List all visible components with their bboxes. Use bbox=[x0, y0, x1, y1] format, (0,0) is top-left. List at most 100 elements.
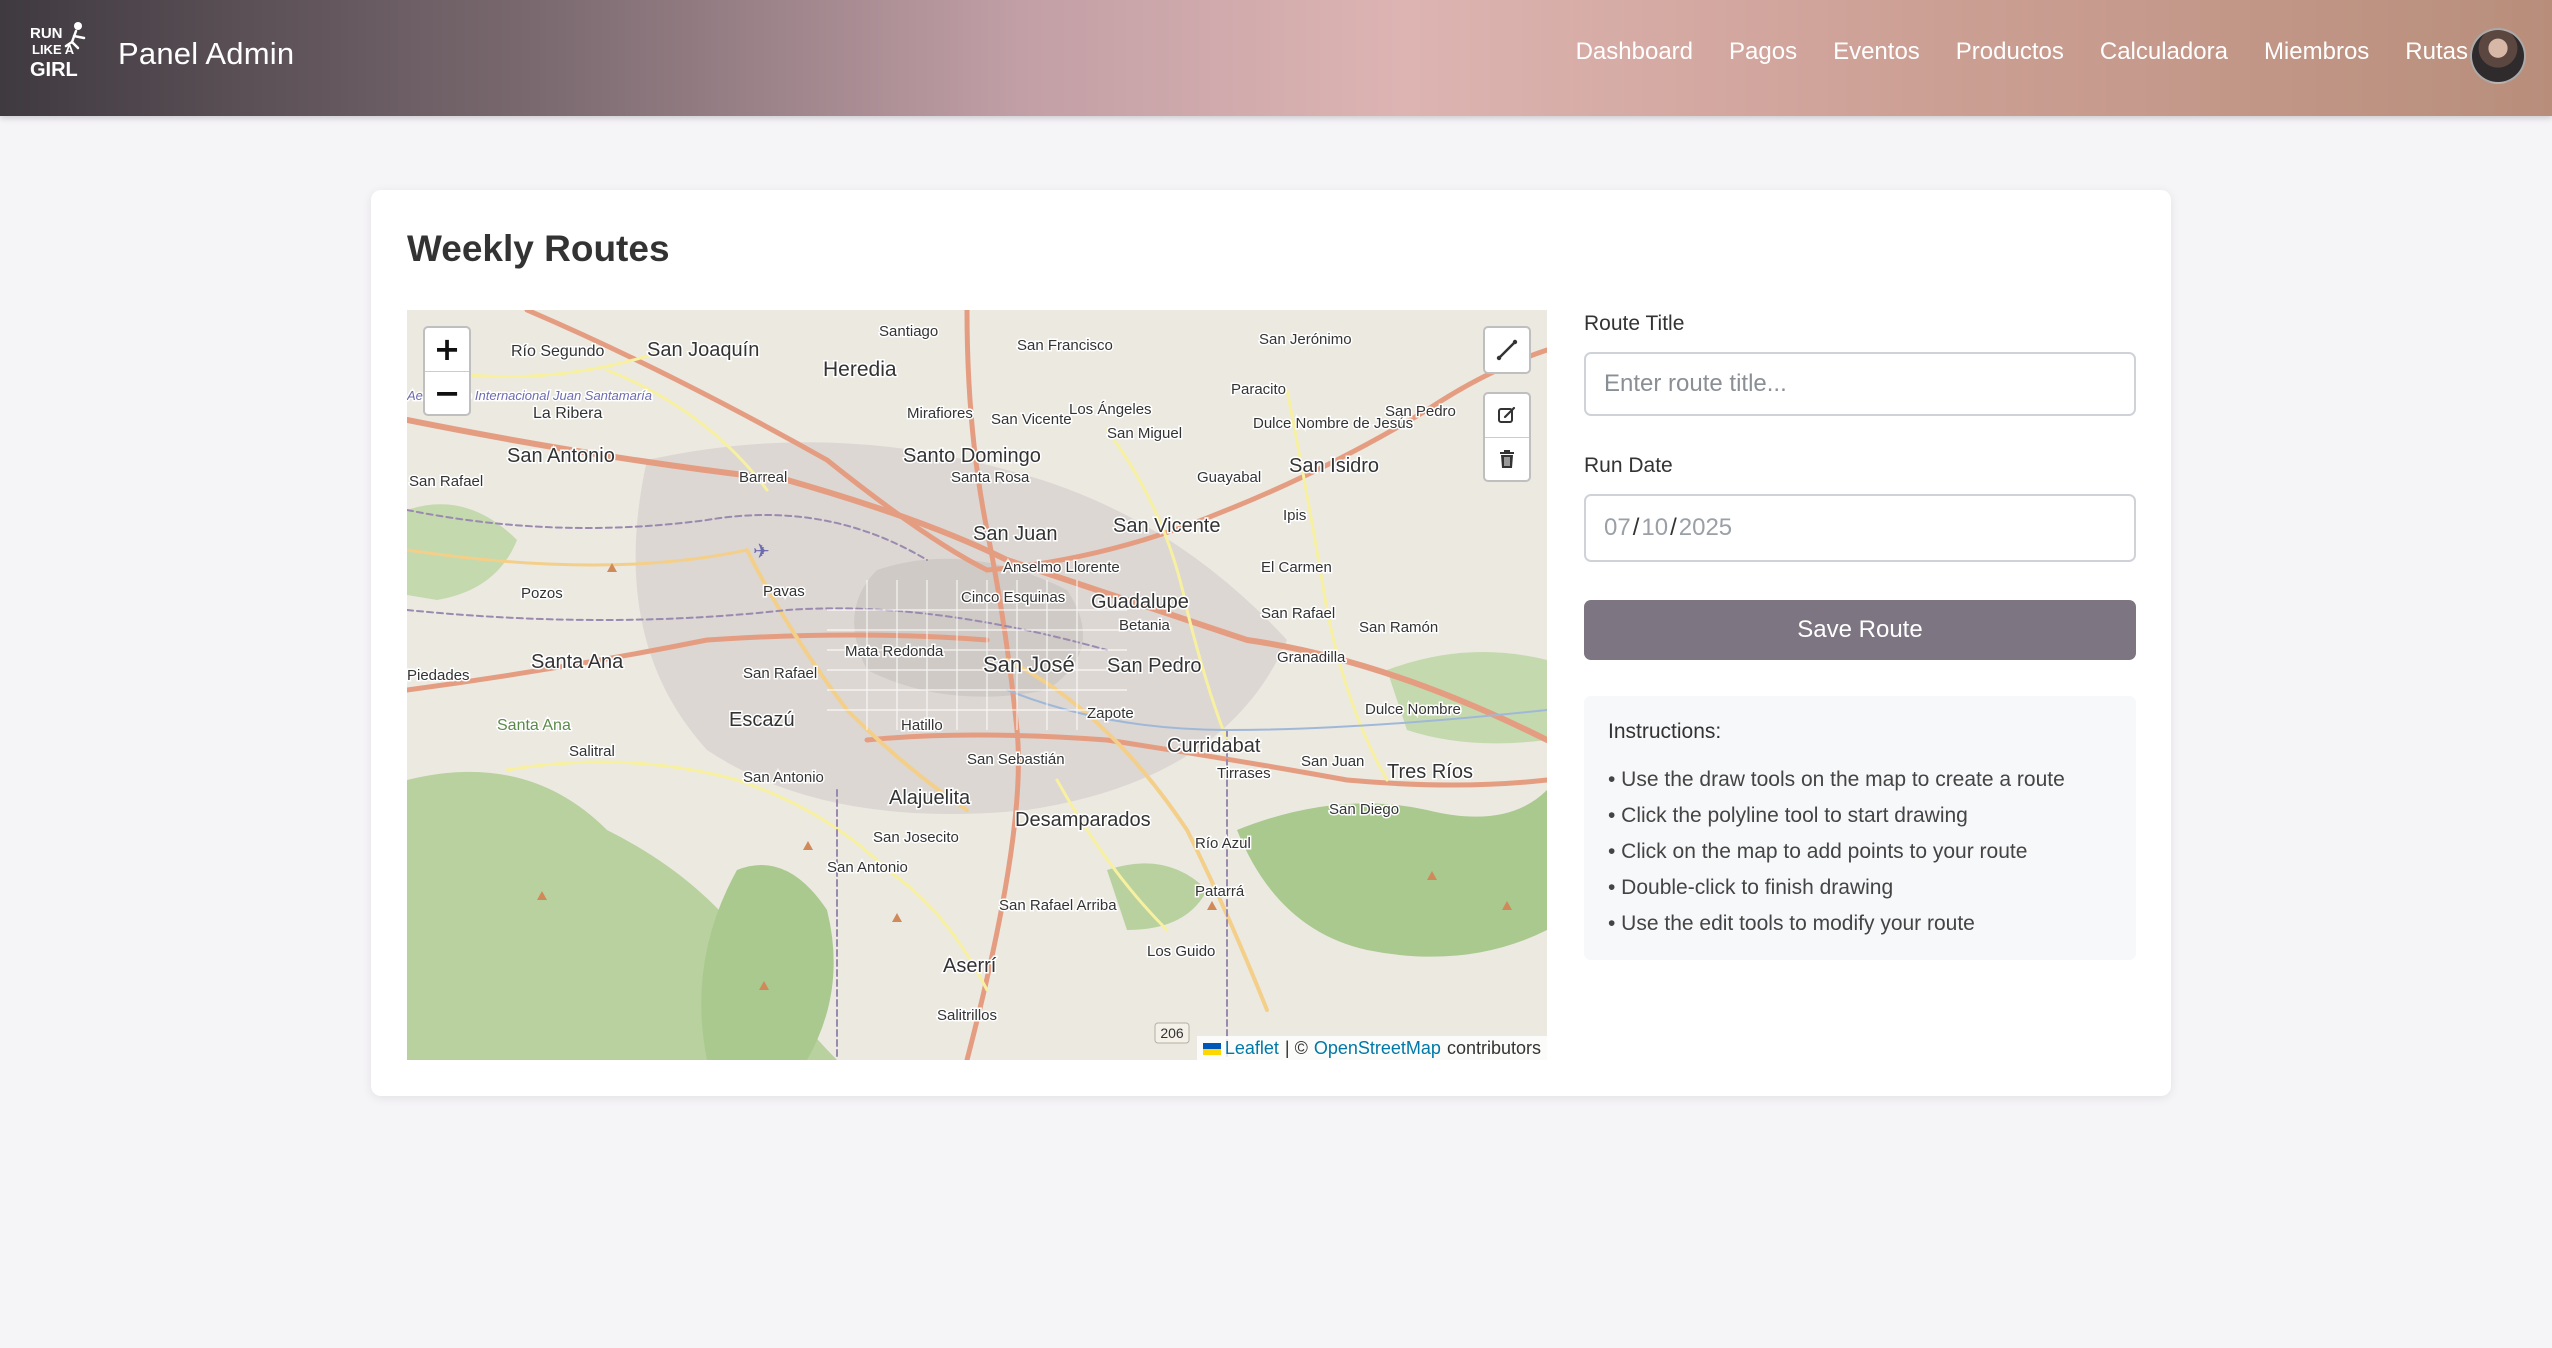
attribution-separator: | © bbox=[1284, 1037, 1308, 1058]
run-date-label: Run Date bbox=[1584, 454, 1673, 477]
map-place-label: El Carmen bbox=[1261, 559, 1332, 576]
map-place-label: Betania bbox=[1119, 617, 1171, 634]
map-place-label: San Vicente bbox=[1113, 515, 1221, 537]
map-tiles: ✈ 206 Río Segundo San Joaquín Santiago H… bbox=[407, 310, 1547, 1060]
save-route-button[interactable]: Save Route bbox=[1584, 600, 2136, 660]
route-title-label: Route Title bbox=[1584, 312, 1685, 335]
map-place-label: San Rafael bbox=[1261, 605, 1335, 622]
map-place-label: San Jerónimo bbox=[1259, 331, 1352, 348]
map-place-label: San Antonio bbox=[507, 445, 615, 467]
zoom-control: + − bbox=[423, 326, 471, 416]
date-year[interactable]: 2025 bbox=[1679, 514, 1732, 542]
map-place-label: San Juan bbox=[973, 523, 1058, 545]
user-avatar[interactable] bbox=[2470, 28, 2526, 84]
map-place-label: Piedades bbox=[407, 667, 470, 684]
edit-toolbar bbox=[1483, 392, 1531, 482]
map-place-label: Pavas bbox=[763, 583, 805, 600]
page-title: Weekly Routes bbox=[407, 228, 670, 269]
brand-title[interactable]: Panel Admin bbox=[118, 36, 294, 72]
map-place-label: San Isidro bbox=[1289, 455, 1379, 477]
svg-text:RUN: RUN bbox=[30, 25, 63, 42]
map-place-label: Ipis bbox=[1283, 507, 1306, 524]
map-place-label: Santa Rosa bbox=[951, 469, 1030, 486]
map-place-label: Santa Ana bbox=[531, 651, 624, 673]
route-title-input[interactable] bbox=[1584, 352, 2136, 416]
nav-links: Dashboard Pagos Eventos Productos Calcul… bbox=[1540, 38, 2468, 66]
run-like-a-girl-logo[interactable]: RUN LIKE A GIRL bbox=[28, 20, 88, 82]
map-place-label: Río Azul bbox=[1195, 835, 1251, 852]
map-place-label: San José bbox=[983, 652, 1075, 677]
instruction-item: • Click on the map to add points to your… bbox=[1608, 840, 2028, 863]
map-place-label: La Ribera bbox=[533, 405, 602, 422]
map-place-label: San Rafael bbox=[409, 473, 483, 490]
map-place-label: Santa Ana bbox=[497, 717, 571, 734]
airport-icon: ✈ bbox=[753, 541, 770, 563]
route-map[interactable]: ✈ 206 Río Segundo San Joaquín Santiago H… bbox=[407, 310, 1547, 1060]
map-place-label: Desamparados bbox=[1015, 809, 1151, 831]
leaflet-link[interactable]: Leaflet bbox=[1202, 1038, 1279, 1059]
map-place-label: Santo Domingo bbox=[903, 445, 1041, 467]
map-place-label: Salitrillos bbox=[937, 1007, 997, 1024]
map-place-label: Dulce Nombre bbox=[1365, 701, 1461, 718]
nav-link-eventos[interactable]: Eventos bbox=[1833, 38, 1920, 66]
nav-link-calculadora[interactable]: Calculadora bbox=[2100, 38, 2228, 66]
edit-icon bbox=[1498, 407, 1516, 424]
map-place-label: Los Guido bbox=[1147, 943, 1215, 960]
map-place-label: Tirrases bbox=[1217, 765, 1271, 782]
instruction-item: • Use the edit tools to modify your rout… bbox=[1608, 912, 1975, 935]
instructions-panel: Instructions: • Use the draw tools on th… bbox=[1584, 696, 2136, 960]
map-place-label: San Diego bbox=[1329, 801, 1399, 818]
map-place-label: Guadalupe bbox=[1091, 591, 1189, 613]
map-place-label: San Miguel bbox=[1107, 425, 1182, 442]
map-place-label: Pozos bbox=[521, 585, 563, 602]
map-place-label: San Vicente bbox=[991, 411, 1072, 428]
svg-text:206: 206 bbox=[1160, 1025, 1184, 1041]
zoom-in-button[interactable]: + bbox=[425, 328, 469, 371]
map-place-label: Alajuelita bbox=[889, 787, 971, 809]
map-place-label: San Juan bbox=[1301, 753, 1364, 770]
map-place-label: Cinco Esquinas bbox=[961, 589, 1065, 606]
nav-link-rutas[interactable]: Rutas bbox=[2405, 38, 2468, 66]
zoom-out-button[interactable]: − bbox=[425, 370, 469, 415]
map-place-label: Anselmo Llorente bbox=[1003, 559, 1120, 576]
map-place-label: San Rafael bbox=[743, 665, 817, 682]
map-place-label: Río Segundo bbox=[511, 343, 605, 360]
instructions-list: • Use the draw tools on the map to creat… bbox=[1608, 762, 2112, 942]
map-place-label: San Pedro bbox=[1107, 655, 1202, 677]
instructions-heading: Instructions: bbox=[1608, 720, 1722, 743]
nav-link-productos[interactable]: Productos bbox=[1956, 38, 2064, 66]
edit-layers-button[interactable] bbox=[1485, 394, 1529, 437]
map-place-label: San Pedro bbox=[1385, 403, 1456, 420]
map-place-label: Paracito bbox=[1231, 381, 1286, 398]
map-place-label: San Antonio bbox=[743, 769, 824, 786]
map-place-label: San Ramón bbox=[1359, 619, 1438, 636]
map-place-label: Mirafiores bbox=[907, 405, 973, 422]
openstreetmap-link[interactable]: OpenStreetMap bbox=[1314, 1038, 1441, 1059]
map-place-label: San Rafael Arriba bbox=[999, 897, 1117, 914]
map-place-label: San Josecito bbox=[873, 829, 959, 846]
attribution-suffix: contributors bbox=[1446, 1037, 1541, 1058]
map-place-label: Zapote bbox=[1087, 705, 1134, 722]
nav-link-pagos[interactable]: Pagos bbox=[1729, 38, 1797, 66]
map-attribution: Leaflet | © OpenStreetMap contributors bbox=[1196, 1036, 1547, 1060]
top-navbar: RUN LIKE A GIRL Panel Admin Dashboard Pa… bbox=[0, 0, 2552, 116]
polyline-icon bbox=[1496, 339, 1518, 361]
map-place-label: Aserrí bbox=[943, 955, 997, 977]
trash-icon bbox=[1500, 449, 1514, 468]
run-date-input[interactable]: 07 / 10 / 2025 bbox=[1584, 494, 2136, 562]
map-place-label: Barreal bbox=[739, 469, 787, 486]
map-place-label: Santiago bbox=[879, 323, 938, 340]
svg-text:GIRL: GIRL bbox=[30, 59, 78, 81]
map-place-label: San Joaquín bbox=[647, 339, 759, 361]
nav-link-dashboard[interactable]: Dashboard bbox=[1576, 38, 1693, 66]
draw-polyline-button[interactable] bbox=[1483, 326, 1531, 374]
nav-link-miembros[interactable]: Miembros bbox=[2264, 38, 2369, 66]
map-place-label: San Antonio bbox=[827, 859, 908, 876]
delete-layers-button[interactable] bbox=[1485, 436, 1529, 481]
date-day[interactable]: 10 bbox=[1641, 514, 1668, 542]
map-place-label: Patarrá bbox=[1195, 883, 1245, 900]
date-month[interactable]: 07 bbox=[1604, 514, 1631, 542]
instruction-item: • Double-click to finish drawing bbox=[1608, 876, 1894, 899]
map-place-label: Curridabat bbox=[1167, 735, 1261, 757]
map-place-label: Salitral bbox=[569, 743, 615, 760]
